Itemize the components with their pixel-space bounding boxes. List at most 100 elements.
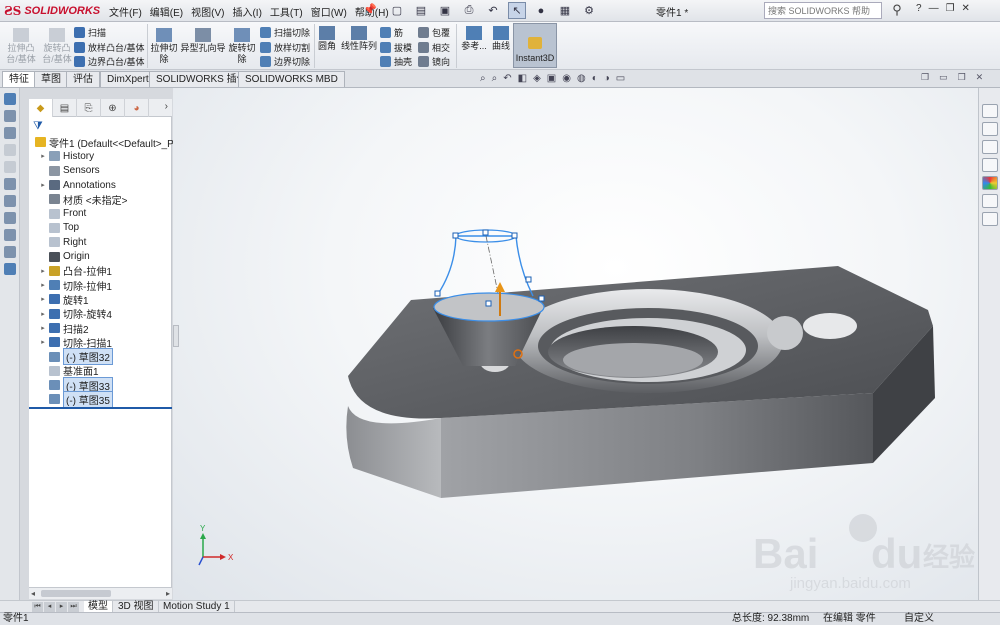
boundary-boss-button[interactable]: 边界凸台/基体 xyxy=(74,55,145,68)
menu-window[interactable]: 窗口(W) xyxy=(307,4,351,19)
feature-tree-tab-icon[interactable]: ◆ xyxy=(29,99,53,117)
options-gear-icon[interactable]: ⚙ xyxy=(580,2,598,19)
expand-toggle-icon[interactable]: ▸ xyxy=(39,324,47,332)
expand-toggle-icon[interactable]: ▸ xyxy=(39,281,47,289)
tree-item[interactable]: ▸ 凸台-拉伸1 xyxy=(29,264,172,278)
save-icon[interactable]: ▣ xyxy=(436,2,454,19)
tree-item[interactable]: 材质 <未指定> xyxy=(29,192,172,207)
swept-cut-button[interactable]: 扫描切除 xyxy=(260,26,310,39)
forum-icon[interactable] xyxy=(982,212,998,226)
select-cursor-icon[interactable]: ↖ xyxy=(508,2,526,19)
display-manager-tab-icon[interactable]: ◕ xyxy=(125,99,149,117)
viewport-maximize-icon[interactable]: ❐ xyxy=(958,72,966,83)
custom-properties-icon[interactable] xyxy=(982,194,998,208)
close-button[interactable]: ✕ xyxy=(962,3,970,14)
display-style-icon[interactable]: ◉ xyxy=(562,73,571,84)
expand-toggle-icon[interactable]: ▸ xyxy=(39,295,47,303)
lofted-cut-button[interactable]: 放样切割 xyxy=(260,41,310,54)
expand-toggle-icon[interactable]: ▸ xyxy=(39,267,47,275)
point-icon[interactable] xyxy=(4,212,16,224)
sketch-handle[interactable] xyxy=(452,232,459,239)
help-question-icon[interactable]: ? xyxy=(916,3,922,14)
file-explorer-icon[interactable] xyxy=(982,140,998,154)
previous-view-icon[interactable]: ↶ xyxy=(503,73,511,84)
sketch-handle[interactable] xyxy=(511,232,518,239)
horizontal-scrollbar[interactable]: ◂ ▸ xyxy=(29,587,172,599)
view-orientation-icon[interactable]: ▣ xyxy=(547,73,556,84)
sketch-handle[interactable] xyxy=(485,300,492,307)
shell-button[interactable]: 抽壳 xyxy=(380,55,412,68)
boss-extrude-button[interactable]: 拉伸凸台/基体 xyxy=(4,28,38,65)
part-icon[interactable] xyxy=(4,127,16,139)
sweep-end-cap[interactable] xyxy=(767,316,803,350)
tree-item[interactable]: Top xyxy=(29,221,172,235)
scroll-thumb[interactable] xyxy=(41,590,111,597)
rebuild-icon[interactable]: ● xyxy=(532,2,550,19)
tree-item[interactable]: Right xyxy=(29,235,172,249)
viewport-minimize-icon[interactable]: ▭ xyxy=(939,72,948,83)
first-tab-icon[interactable]: ⏮ xyxy=(32,602,43,612)
property-manager-tab-icon[interactable]: ▤ xyxy=(53,99,77,117)
restore-button[interactable]: ❐ xyxy=(946,3,955,14)
viewport-restore-icon[interactable]: ❐ xyxy=(921,72,929,83)
status-units[interactable]: 自定义 xyxy=(904,613,934,625)
zoom-area-icon[interactable]: ⌕ xyxy=(492,73,498,84)
sketch-handle[interactable] xyxy=(482,229,489,236)
appearances-icon[interactable] xyxy=(982,176,998,190)
draft-button[interactable]: 拔模 xyxy=(380,41,412,54)
next-tab-icon[interactable]: ▸ xyxy=(56,602,67,612)
rollback-bar[interactable] xyxy=(29,407,172,409)
drawing-icon[interactable] xyxy=(4,161,16,173)
view-settings-icon[interactable]: ▭ xyxy=(616,73,625,84)
hide-show-items-icon[interactable]: ◍ xyxy=(577,73,586,84)
graphics-area[interactable]: Y X Bai du 经验 jingyan.baidu.com xyxy=(173,88,978,600)
more-tabs-chevron-icon[interactable]: › xyxy=(165,101,168,112)
mirror-button[interactable]: 镜向 xyxy=(418,55,450,68)
expand-toggle-icon[interactable]: ▸ xyxy=(39,181,47,189)
menu-edit[interactable]: 编辑(E) xyxy=(146,4,187,19)
sketch-handle[interactable] xyxy=(525,276,532,283)
section-view-icon[interactable]: ◧ xyxy=(518,73,527,84)
menu-insert[interactable]: 插入(I) xyxy=(228,4,265,19)
tree-item[interactable]: ▸ 切除-拉伸1 xyxy=(29,278,172,293)
assembly-icon[interactable] xyxy=(4,144,16,156)
help-search-input[interactable]: 搜索 SOLIDWORKS 帮助 xyxy=(764,2,882,19)
cut-revolve-button[interactable]: 旋转切除 xyxy=(228,28,256,65)
sketch-handle[interactable] xyxy=(434,290,441,297)
undo-icon[interactable]: ↶ xyxy=(484,2,502,19)
tree-item[interactable]: ▸ Annotations xyxy=(29,178,172,192)
coordinate-icon[interactable] xyxy=(4,229,16,241)
axis-icon[interactable] xyxy=(4,195,16,207)
tree-item[interactable]: ▸ 扫描2 xyxy=(29,321,172,336)
3d-view-icon[interactable] xyxy=(4,93,16,105)
linear-pattern-button[interactable]: 线性阵列 xyxy=(340,26,378,52)
file-properties-icon[interactable]: ▦ xyxy=(556,2,574,19)
reference-geometry-button[interactable]: 参考... xyxy=(460,26,488,52)
last-tab-icon[interactable]: ⏭ xyxy=(68,602,79,612)
slot-opening[interactable] xyxy=(803,313,857,339)
sketch-handle[interactable] xyxy=(538,295,545,302)
tab-dimxpert[interactable]: DimXpert xyxy=(100,71,156,87)
tree-item[interactable]: ▸ History xyxy=(29,149,172,163)
expand-toggle-icon[interactable]: ▸ xyxy=(39,338,47,346)
tree-item[interactable]: 零件1 (Default<<Default>_Ph xyxy=(29,135,179,150)
minimize-button[interactable]: — xyxy=(929,3,939,14)
solidworks-logo[interactable]: ƧS SOLIDWORKS xyxy=(4,3,100,19)
menu-tools[interactable]: 工具(T) xyxy=(266,4,307,19)
intersect-button[interactable]: 相交 xyxy=(418,41,450,54)
tab-sketch[interactable]: 草图 xyxy=(34,71,68,87)
expand-toggle-icon[interactable]: ▸ xyxy=(39,152,47,160)
menu-file[interactable]: 文件(F) xyxy=(105,4,146,19)
tree-item[interactable]: (-) 草图35 xyxy=(29,391,172,408)
tab-mbd[interactable]: SOLIDWORKS MBD xyxy=(238,71,345,87)
plane-icon[interactable] xyxy=(4,178,16,190)
rib-button[interactable]: 筋 xyxy=(380,26,403,39)
tree-item[interactable]: Sensors xyxy=(29,164,172,178)
solidworks-resources-icon[interactable] xyxy=(982,104,998,118)
scroll-left-icon[interactable]: ◂ xyxy=(31,589,35,598)
zoom-to-fit-icon[interactable]: ⌕ xyxy=(480,73,486,84)
dynamic-annotation-icon[interactable]: ◈ xyxy=(533,73,541,84)
curve-icon[interactable] xyxy=(4,246,16,258)
viewport-close-icon[interactable]: ✕ xyxy=(976,72,984,83)
hole-bottom[interactable] xyxy=(563,343,703,377)
